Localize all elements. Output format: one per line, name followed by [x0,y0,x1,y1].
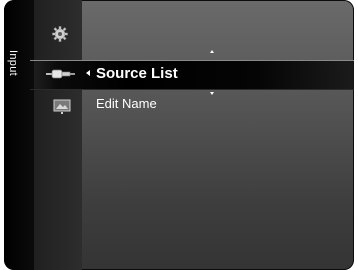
category-sidebar: Input [4,0,34,270]
menu-item-source-list[interactable]: Source List [96,65,178,82]
scroll-up-arrow-icon[interactable] [210,50,214,53]
input-connector-icon[interactable] [46,64,76,84]
menu-item-edit-name[interactable]: Edit Name [96,96,157,111]
selected-pointer-icon [86,70,90,76]
gear-icon[interactable] [52,26,68,42]
selection-highlight [30,60,354,90]
scroll-down-arrow-icon[interactable] [210,92,214,95]
picture-icon[interactable] [53,99,71,115]
category-label: Input [7,50,19,76]
osd-menu: Input Source List Edit Name [4,0,354,270]
